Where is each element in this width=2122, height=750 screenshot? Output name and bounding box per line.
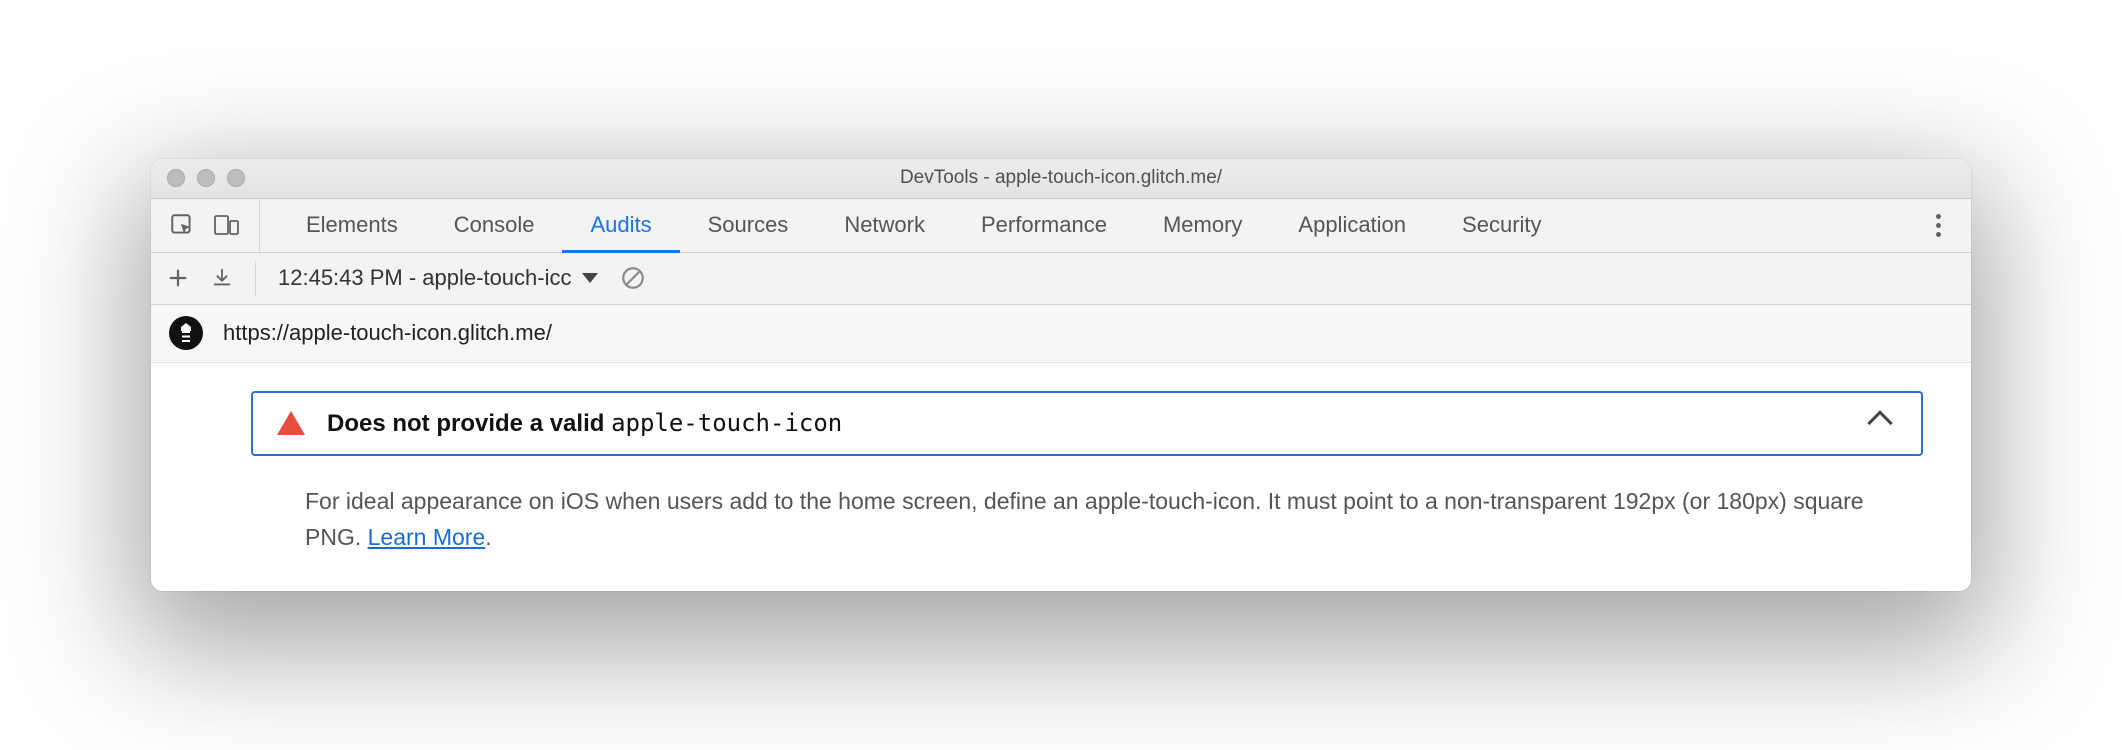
- new-audit-icon[interactable]: [167, 267, 189, 289]
- fail-triangle-icon: [277, 411, 305, 435]
- tab-security[interactable]: Security: [1434, 200, 1569, 253]
- audit-title: Does not provide a valid apple-touch-ico…: [327, 409, 1849, 438]
- tab-label: Sources: [708, 212, 789, 238]
- minimize-window-button[interactable]: [197, 169, 215, 187]
- tab-label: Performance: [981, 212, 1107, 238]
- audit-title-text: Does not provide a valid: [327, 410, 611, 437]
- window-title: DevTools - apple-touch-icon.glitch.me/: [151, 167, 1971, 189]
- tab-console[interactable]: Console: [426, 200, 563, 253]
- tab-application[interactable]: Application: [1270, 200, 1434, 253]
- toolbar-separator: [255, 261, 256, 297]
- download-report-icon[interactable]: [211, 267, 233, 289]
- tab-label: Console: [454, 212, 535, 238]
- tab-label: Memory: [1163, 212, 1242, 238]
- more-options-icon[interactable]: [1930, 208, 1947, 243]
- tab-label: Application: [1298, 212, 1406, 238]
- audit-description: For ideal appearance on iOS when users a…: [305, 484, 1871, 555]
- audit-title-code: apple-touch-icon: [611, 409, 842, 437]
- window-controls: [151, 169, 245, 187]
- tab-performance[interactable]: Performance: [953, 200, 1135, 253]
- devtools-window: DevTools - apple-touch-icon.glitch.me/ E…: [151, 159, 1971, 591]
- audit-urlbar: https://apple-touch-icon.glitch.me/: [151, 305, 1971, 363]
- chevron-down-icon: [582, 273, 598, 283]
- lighthouse-icon: [169, 316, 203, 350]
- audits-toolbar: 12:45:43 PM - apple-touch-icc: [151, 253, 1971, 305]
- learn-more-link[interactable]: Learn More: [368, 524, 486, 550]
- devtools-tabbar: Elements Console Audits Sources Network …: [151, 199, 1971, 253]
- tabbar-trailing: [1930, 208, 1963, 243]
- chevron-up-icon[interactable]: [1867, 411, 1892, 436]
- audit-description-text: For ideal appearance on iOS when users a…: [305, 488, 1864, 550]
- tab-elements[interactable]: Elements: [278, 200, 426, 253]
- tab-network[interactable]: Network: [816, 200, 953, 253]
- inspect-element-icon[interactable]: [169, 212, 195, 238]
- tab-memory[interactable]: Memory: [1135, 200, 1270, 253]
- audit-url: https://apple-touch-icon.glitch.me/: [223, 320, 552, 346]
- tab-label: Elements: [306, 212, 398, 238]
- maximize-window-button[interactable]: [227, 169, 245, 187]
- audit-content: Does not provide a valid apple-touch-ico…: [151, 363, 1971, 591]
- tab-label: Security: [1462, 212, 1541, 238]
- tab-audits[interactable]: Audits: [562, 200, 679, 253]
- device-toolbar-icon[interactable]: [213, 212, 241, 238]
- tab-label: Network: [844, 212, 925, 238]
- tab-sources[interactable]: Sources: [680, 200, 817, 253]
- report-selector[interactable]: 12:45:43 PM - apple-touch-icc: [278, 265, 598, 291]
- clear-icon[interactable]: [620, 265, 646, 291]
- devtools-tabs: Elements Console Audits Sources Network …: [278, 199, 1570, 252]
- audit-item[interactable]: Does not provide a valid apple-touch-ico…: [251, 391, 1923, 456]
- window-titlebar: DevTools - apple-touch-icon.glitch.me/: [151, 159, 1971, 199]
- report-selector-label: 12:45:43 PM - apple-touch-icc: [278, 265, 572, 291]
- tabbar-leading-tools: [159, 199, 260, 252]
- audit-description-suffix: .: [485, 524, 491, 550]
- tab-label: Audits: [590, 212, 651, 238]
- close-window-button[interactable]: [167, 169, 185, 187]
